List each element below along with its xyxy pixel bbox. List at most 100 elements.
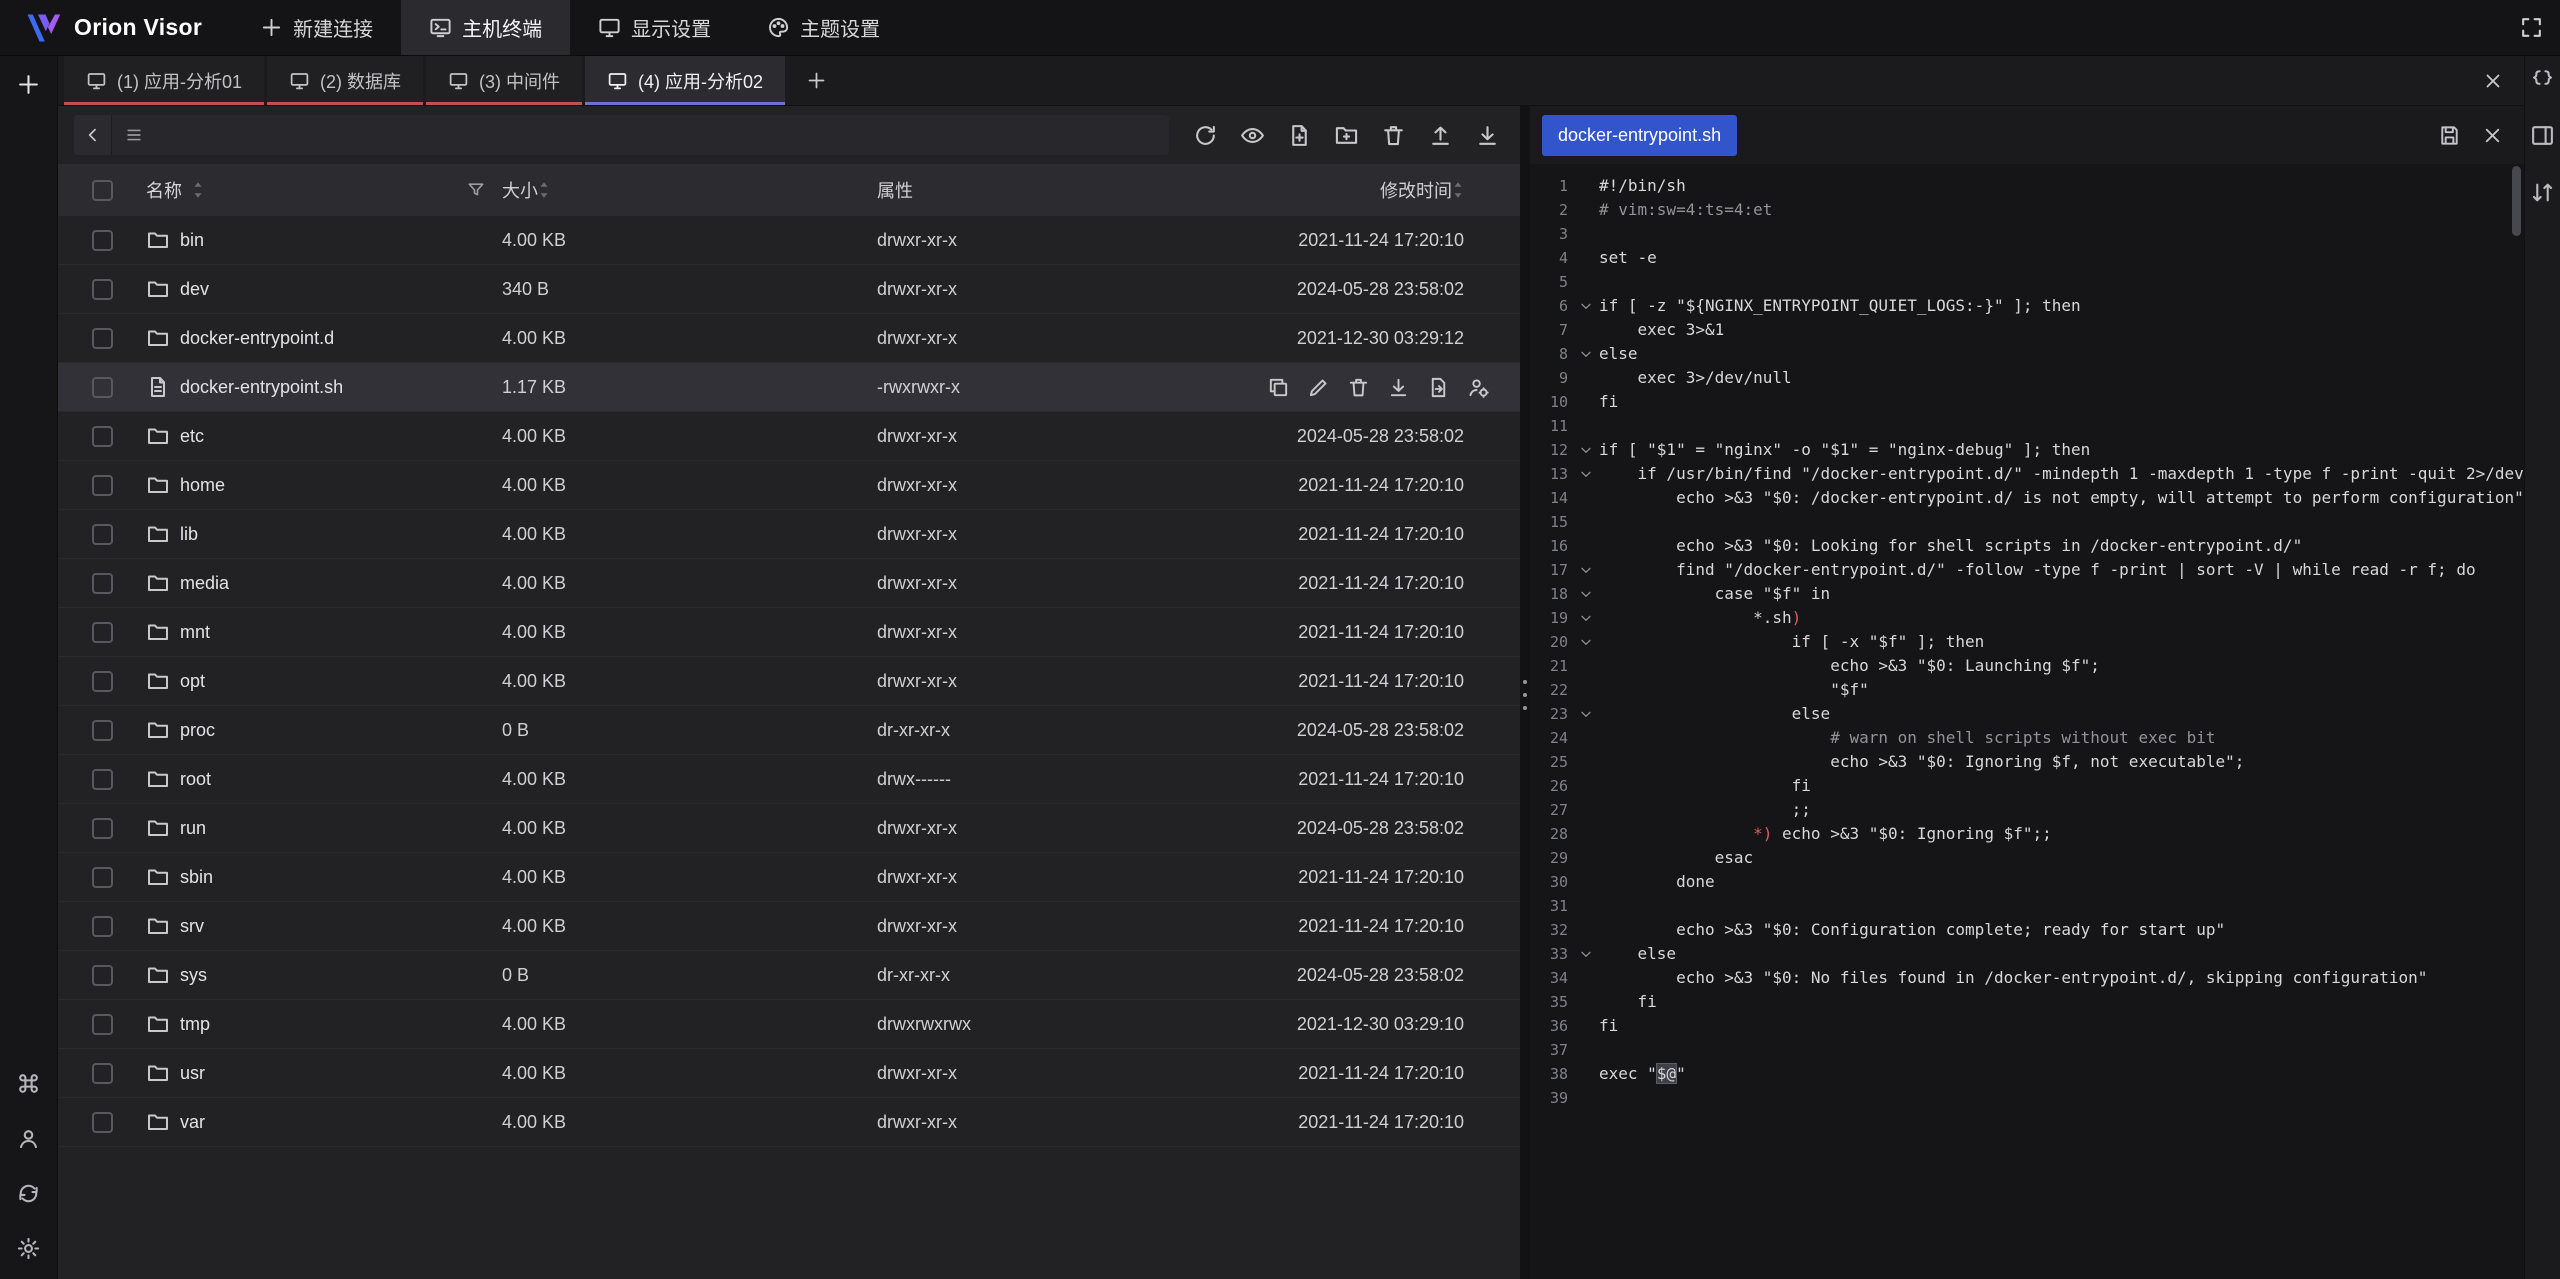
line-number[interactable]: 21 bbox=[1530, 654, 1572, 678]
file-row[interactable]: proc0 Bdr-xr-xr-x2024-05-28 23:58:02 bbox=[58, 706, 1520, 755]
file-name[interactable]: srv bbox=[180, 916, 204, 937]
file-name[interactable]: lib bbox=[180, 524, 198, 545]
menu-item-display-settings[interactable]: 显示设置 bbox=[570, 0, 739, 55]
row-checkbox[interactable] bbox=[92, 720, 113, 741]
file-row[interactable]: tmp4.00 KBdrwxrwxrwx2021-12-30 03:29:10 bbox=[58, 1000, 1520, 1049]
editor-file-tab[interactable]: docker-entrypoint.sh bbox=[1542, 115, 1737, 156]
fold-chevron-icon[interactable] bbox=[1572, 438, 1599, 462]
panel-resize-handle[interactable] bbox=[1520, 106, 1530, 1279]
row-checkbox[interactable] bbox=[92, 1112, 113, 1133]
line-number[interactable]: 16 bbox=[1530, 534, 1572, 558]
row-checkbox[interactable] bbox=[92, 524, 113, 545]
file-name[interactable]: docker-entrypoint.d bbox=[180, 328, 334, 349]
column-name-label[interactable]: 名称 bbox=[146, 177, 182, 203]
line-number[interactable]: 25 bbox=[1530, 750, 1572, 774]
line-number[interactable]: 31 bbox=[1530, 894, 1572, 918]
fold-chevron-icon[interactable] bbox=[1572, 582, 1599, 606]
terminal-tab[interactable]: (1) 应用-分析01 bbox=[64, 56, 264, 105]
file-name[interactable]: var bbox=[180, 1112, 205, 1133]
file-name[interactable]: media bbox=[180, 573, 229, 594]
select-all-checkbox[interactable] bbox=[92, 180, 113, 201]
line-number[interactable]: 20 bbox=[1530, 630, 1572, 654]
file-row[interactable]: bin4.00 KBdrwxr-xr-x2021-11-24 17:20:10 bbox=[58, 216, 1520, 265]
line-number[interactable]: 24 bbox=[1530, 726, 1572, 750]
sync-icon[interactable] bbox=[16, 1181, 41, 1206]
fold-chevron-icon[interactable] bbox=[1572, 462, 1599, 486]
line-number[interactable]: 15 bbox=[1530, 510, 1572, 534]
line-number[interactable]: 8 bbox=[1530, 342, 1572, 366]
terminal-tab[interactable]: (4) 应用-分析02 bbox=[585, 56, 785, 105]
fold-chevron-icon[interactable] bbox=[1572, 942, 1599, 966]
upload-icon[interactable] bbox=[1428, 123, 1453, 148]
line-number[interactable]: 33 bbox=[1530, 942, 1572, 966]
file-name[interactable]: sys bbox=[180, 965, 207, 986]
code-editor[interactable]: 1#!/bin/sh2# vim:sw=4:ts=4:et34set -e56i… bbox=[1530, 164, 2524, 1279]
new-folder-icon[interactable] bbox=[1334, 123, 1359, 148]
file-name[interactable]: root bbox=[180, 769, 211, 790]
close-all-tabs-button[interactable] bbox=[2462, 56, 2524, 105]
line-number[interactable]: 26 bbox=[1530, 774, 1572, 798]
terminal-tab[interactable]: (3) 中间件 bbox=[426, 56, 582, 105]
line-number[interactable]: 5 bbox=[1530, 270, 1572, 294]
line-number[interactable]: 17 bbox=[1530, 558, 1572, 582]
row-action-trash-icon[interactable] bbox=[1347, 376, 1370, 399]
sort-size-icon[interactable] bbox=[538, 179, 550, 201]
file-row[interactable]: etc4.00 KBdrwxr-xr-x2024-05-28 23:58:02 bbox=[58, 412, 1520, 461]
line-number[interactable]: 12 bbox=[1530, 438, 1572, 462]
new-button[interactable] bbox=[16, 72, 41, 97]
sort-name-icon[interactable] bbox=[192, 179, 204, 201]
row-checkbox[interactable] bbox=[92, 230, 113, 251]
line-number[interactable]: 2 bbox=[1530, 198, 1572, 222]
layout-icon[interactable] bbox=[2530, 123, 2555, 148]
file-name[interactable]: docker-entrypoint.sh bbox=[180, 377, 343, 398]
file-row[interactable]: sys0 Bdr-xr-xr-x2024-05-28 23:58:02 bbox=[58, 951, 1520, 1000]
row-action-copy-icon[interactable] bbox=[1267, 376, 1290, 399]
fold-chevron-icon[interactable] bbox=[1572, 606, 1599, 630]
fold-chevron-icon[interactable] bbox=[1572, 294, 1599, 318]
gear-icon[interactable] bbox=[16, 1236, 41, 1261]
file-name[interactable]: run bbox=[180, 818, 206, 839]
sort-lines-icon[interactable] bbox=[2530, 180, 2555, 205]
file-row[interactable]: root4.00 KBdrwx------2021-11-24 17:20:10 bbox=[58, 755, 1520, 804]
file-row[interactable]: run4.00 KBdrwxr-xr-x2024-05-28 23:58:02 bbox=[58, 804, 1520, 853]
file-name[interactable]: mnt bbox=[180, 622, 210, 643]
row-action-permission-icon[interactable] bbox=[1467, 376, 1490, 399]
file-row[interactable]: home4.00 KBdrwxr-xr-x2021-11-24 17:20:10 bbox=[58, 461, 1520, 510]
file-row[interactable]: docker-entrypoint.sh1.17 KB-rwxrwxr-x bbox=[58, 363, 1520, 412]
line-number[interactable]: 35 bbox=[1530, 990, 1572, 1014]
file-name[interactable]: opt bbox=[180, 671, 205, 692]
fold-chevron-icon[interactable] bbox=[1572, 342, 1599, 366]
line-number[interactable]: 13 bbox=[1530, 462, 1572, 486]
line-number[interactable]: 38 bbox=[1530, 1062, 1572, 1086]
file-row[interactable]: opt4.00 KBdrwxr-xr-x2021-11-24 17:20:10 bbox=[58, 657, 1520, 706]
braces-icon[interactable] bbox=[2530, 66, 2555, 91]
line-number[interactable]: 29 bbox=[1530, 846, 1572, 870]
line-number[interactable]: 3 bbox=[1530, 222, 1572, 246]
file-name[interactable]: tmp bbox=[180, 1014, 210, 1035]
command-icon[interactable] bbox=[16, 1071, 41, 1096]
file-name[interactable]: etc bbox=[180, 426, 204, 447]
editor-scrollbar-thumb[interactable] bbox=[2512, 166, 2521, 236]
row-checkbox[interactable] bbox=[92, 867, 113, 888]
line-number[interactable]: 23 bbox=[1530, 702, 1572, 726]
row-checkbox[interactable] bbox=[92, 328, 113, 349]
line-number[interactable]: 34 bbox=[1530, 966, 1572, 990]
back-button[interactable] bbox=[74, 115, 112, 155]
menu-item-new-connection[interactable]: 新建连接 bbox=[232, 0, 401, 55]
row-checkbox[interactable] bbox=[92, 769, 113, 790]
save-icon[interactable] bbox=[2438, 124, 2461, 147]
fullscreen-icon[interactable] bbox=[2519, 15, 2544, 40]
terminal-tab[interactable]: (2) 数据库 bbox=[267, 56, 423, 105]
editor-close-icon[interactable] bbox=[2481, 124, 2504, 147]
line-number[interactable]: 4 bbox=[1530, 246, 1572, 270]
filter-icon[interactable] bbox=[466, 180, 486, 200]
line-number[interactable]: 30 bbox=[1530, 870, 1572, 894]
line-number[interactable]: 11 bbox=[1530, 414, 1572, 438]
row-checkbox[interactable] bbox=[92, 426, 113, 447]
row-action-move-icon[interactable] bbox=[1427, 376, 1450, 399]
line-number[interactable]: 27 bbox=[1530, 798, 1572, 822]
line-number[interactable]: 32 bbox=[1530, 918, 1572, 942]
column-size-label[interactable]: 大小 bbox=[502, 177, 538, 203]
line-number[interactable]: 28 bbox=[1530, 822, 1572, 846]
line-number[interactable]: 37 bbox=[1530, 1038, 1572, 1062]
